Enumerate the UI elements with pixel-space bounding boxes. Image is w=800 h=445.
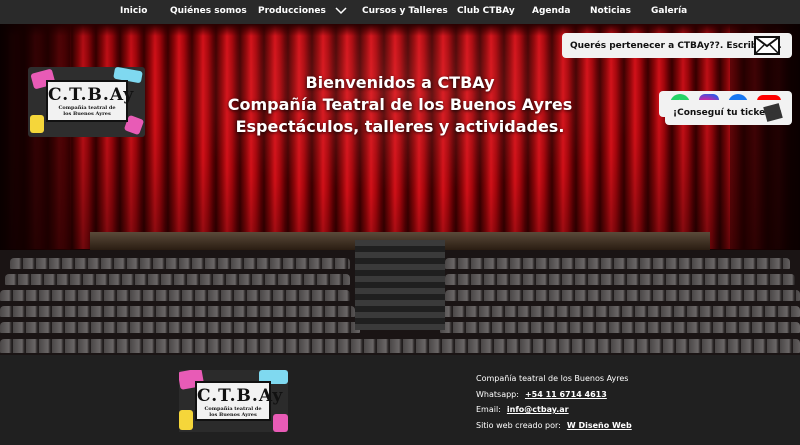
footer-logo-subtitle-2: los Buenos Ayres [209, 412, 257, 418]
footer-whatsapp-link[interactable]: +54 11 6714 4613 [525, 390, 607, 399]
nav-item-cursos-talleres[interactable]: Cursos y Talleres [362, 6, 448, 16]
footer-whatsapp-row: Whatsapp: +54 11 6714 4613 [476, 387, 632, 403]
footer-credit-row: Sitio web creado por: W Diseño Web [476, 418, 632, 434]
nav-item-inicio[interactable]: Inicio [120, 6, 147, 16]
footer-email-label: Email: [476, 405, 501, 414]
nav-item-quienes-somos[interactable]: Quiénes somos [170, 6, 247, 16]
envelope-icon [754, 36, 780, 55]
nav-item-club-ctbay[interactable]: Club CTBAy [457, 6, 515, 16]
footer-email-row: Email: info@ctbay.ar [476, 402, 632, 418]
hero-line-3: Espectáculos, talleres y actividades. [235, 117, 565, 136]
footer-whatsapp-label: Whatsapp: [476, 389, 519, 399]
site-logo[interactable]: C.T.B.Ay Compañía teatral de los Buenos … [28, 67, 145, 137]
site-footer: C.T.B.Ay Compañía teatral de los Buenos … [0, 355, 800, 445]
footer-logo[interactable]: C.T.B.Ay Compañía teatral de los Buenos … [179, 370, 288, 432]
get-ticket-button[interactable]: ¡Conseguí tu ticket! [665, 100, 792, 125]
hero-banner: Bienvenidos a CTBAy Compañía Teatral de … [0, 24, 800, 355]
logo-text: C.T.B.Ay [48, 85, 135, 105]
hero-line-1: Bienvenidos a CTBAy [305, 73, 495, 92]
get-ticket-label: ¡Conseguí tu ticket! [673, 107, 774, 118]
hero-line-2: Compañía Teatral de los Buenos Ayres [227, 95, 573, 114]
join-us-label: Querés pertenecer a CTBAy??. Escribinos. [570, 40, 782, 51]
footer-company: Compañía teatral de los Buenos Ayres [476, 374, 629, 383]
footer-logo-text: C.T.B.Ay [197, 386, 284, 406]
chevron-down-icon [335, 7, 347, 15]
footer-email-link[interactable]: info@ctbay.ar [507, 405, 569, 414]
logo-mark: C.T.B.Ay Compañía teatral de los Buenos … [46, 80, 135, 122]
logo-subtitle-2: los Buenos Ayres [63, 111, 111, 117]
stage-stairs [355, 240, 445, 330]
footer-logo-mark: C.T.B.Ay Compañía teatral de los Buenos … [195, 381, 284, 421]
nav-item-galeria[interactable]: Galería [651, 6, 687, 16]
nav-item-producciones[interactable]: Producciones [258, 6, 347, 16]
nav-item-noticias[interactable]: Noticias [590, 6, 631, 16]
footer-credit-link[interactable]: W Diseño Web [567, 421, 632, 430]
footer-credit-label: Sitio web creado por: [476, 420, 561, 430]
footer-contact: Compañía teatral de los Buenos Ayres Wha… [476, 371, 632, 433]
nav-item-producciones-label: Producciones [258, 6, 326, 16]
nav-item-agenda[interactable]: Agenda [532, 6, 570, 16]
join-us-button[interactable]: Querés pertenecer a CTBAy??. Escribinos. [562, 33, 792, 58]
top-nav: Inicio Quiénes somos Producciones Cursos… [0, 0, 800, 24]
ticket-icon [763, 103, 783, 122]
hero-title: Bienvenidos a CTBAy Compañía Teatral de … [200, 72, 600, 138]
